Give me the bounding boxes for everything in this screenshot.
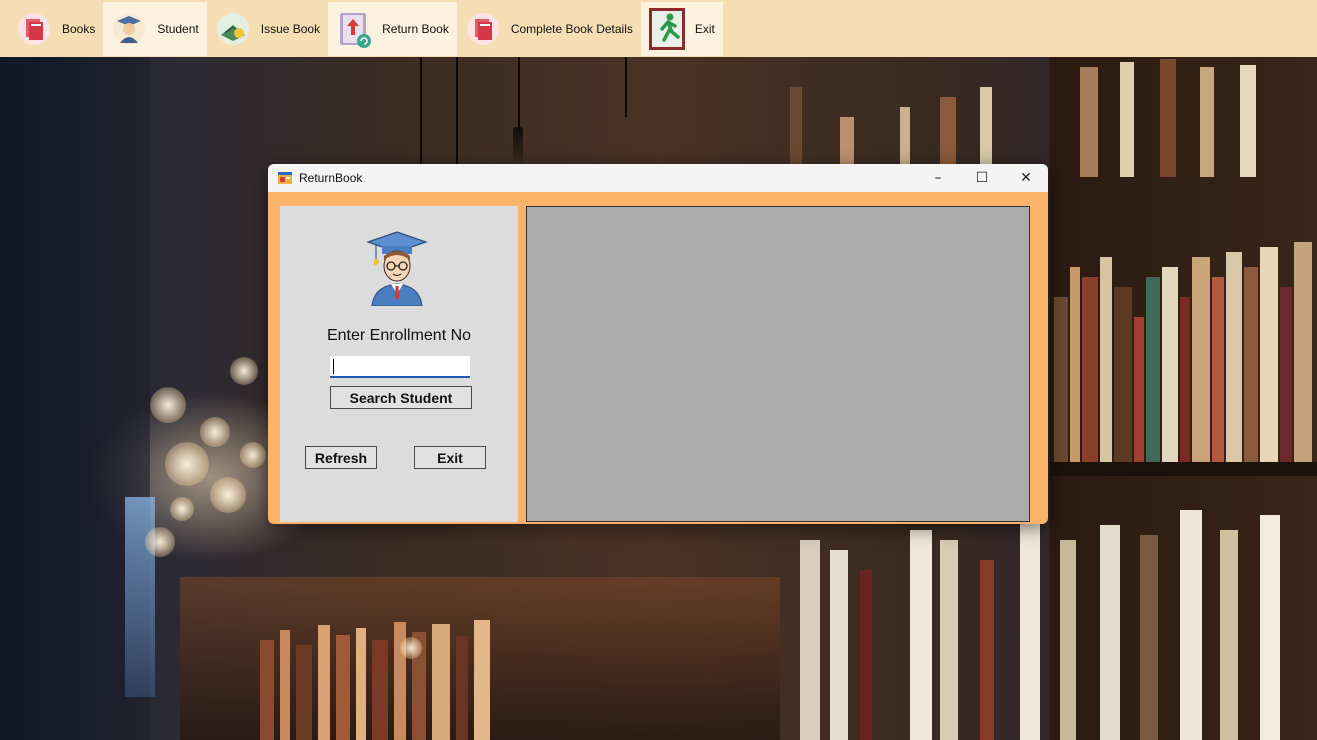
window-title: ReturnBook (299, 171, 363, 185)
books-icon (14, 9, 54, 49)
toolbar-item-complete-book-details[interactable]: Complete Book Details (457, 2, 641, 56)
toolbar-item-label: Exit (694, 21, 715, 36)
toolbar-item-label: Complete Book Details (510, 21, 633, 36)
book-details-icon (463, 9, 503, 49)
window-titlebar[interactable]: ReturnBook – ☐ ✕ (268, 164, 1048, 192)
toolbar-item-issue-book[interactable]: Issue Book (207, 2, 328, 56)
toolbar-item-label: Books (62, 21, 96, 36)
toolbar-item-books[interactable]: Books (8, 2, 103, 56)
search-student-button[interactable]: Search Student (330, 386, 472, 409)
refresh-button[interactable]: Refresh (305, 446, 377, 469)
records-grid[interactable] (526, 206, 1030, 522)
return-book-icon (334, 9, 374, 49)
toolbar-item-label: Student (157, 21, 199, 36)
toolbar-item-label: Return Book (382, 21, 449, 36)
exit-button[interactable]: Exit (414, 446, 486, 469)
maximize-button[interactable]: ☐ (960, 164, 1004, 192)
issue-book-icon (213, 9, 253, 49)
enrollment-input[interactable] (330, 356, 470, 378)
return-book-window: ReturnBook – ☐ ✕ Enter Enrollment No Sea… (268, 164, 1048, 524)
text-caret (333, 359, 334, 374)
toolbar-item-label: Issue Book (260, 21, 321, 36)
minimize-button[interactable]: – (916, 164, 960, 192)
toolbar-item-student[interactable]: Student (103, 1, 207, 56)
app-form-icon (277, 170, 293, 186)
toolbar-item-exit[interactable]: Exit (640, 1, 723, 56)
student-icon (109, 9, 149, 49)
exit-icon (647, 7, 687, 50)
search-panel: Enter Enrollment No Search Student Refre… (280, 206, 518, 522)
student-avatar-icon (366, 228, 428, 310)
enrollment-prompt-label: Enter Enrollment No (326, 327, 472, 344)
main-toolbar: Books Student Issue Book Return Book Com… (0, 0, 1317, 57)
toolbar-item-return-book[interactable]: Return Book (328, 1, 457, 56)
close-button[interactable]: ✕ (1004, 164, 1048, 192)
